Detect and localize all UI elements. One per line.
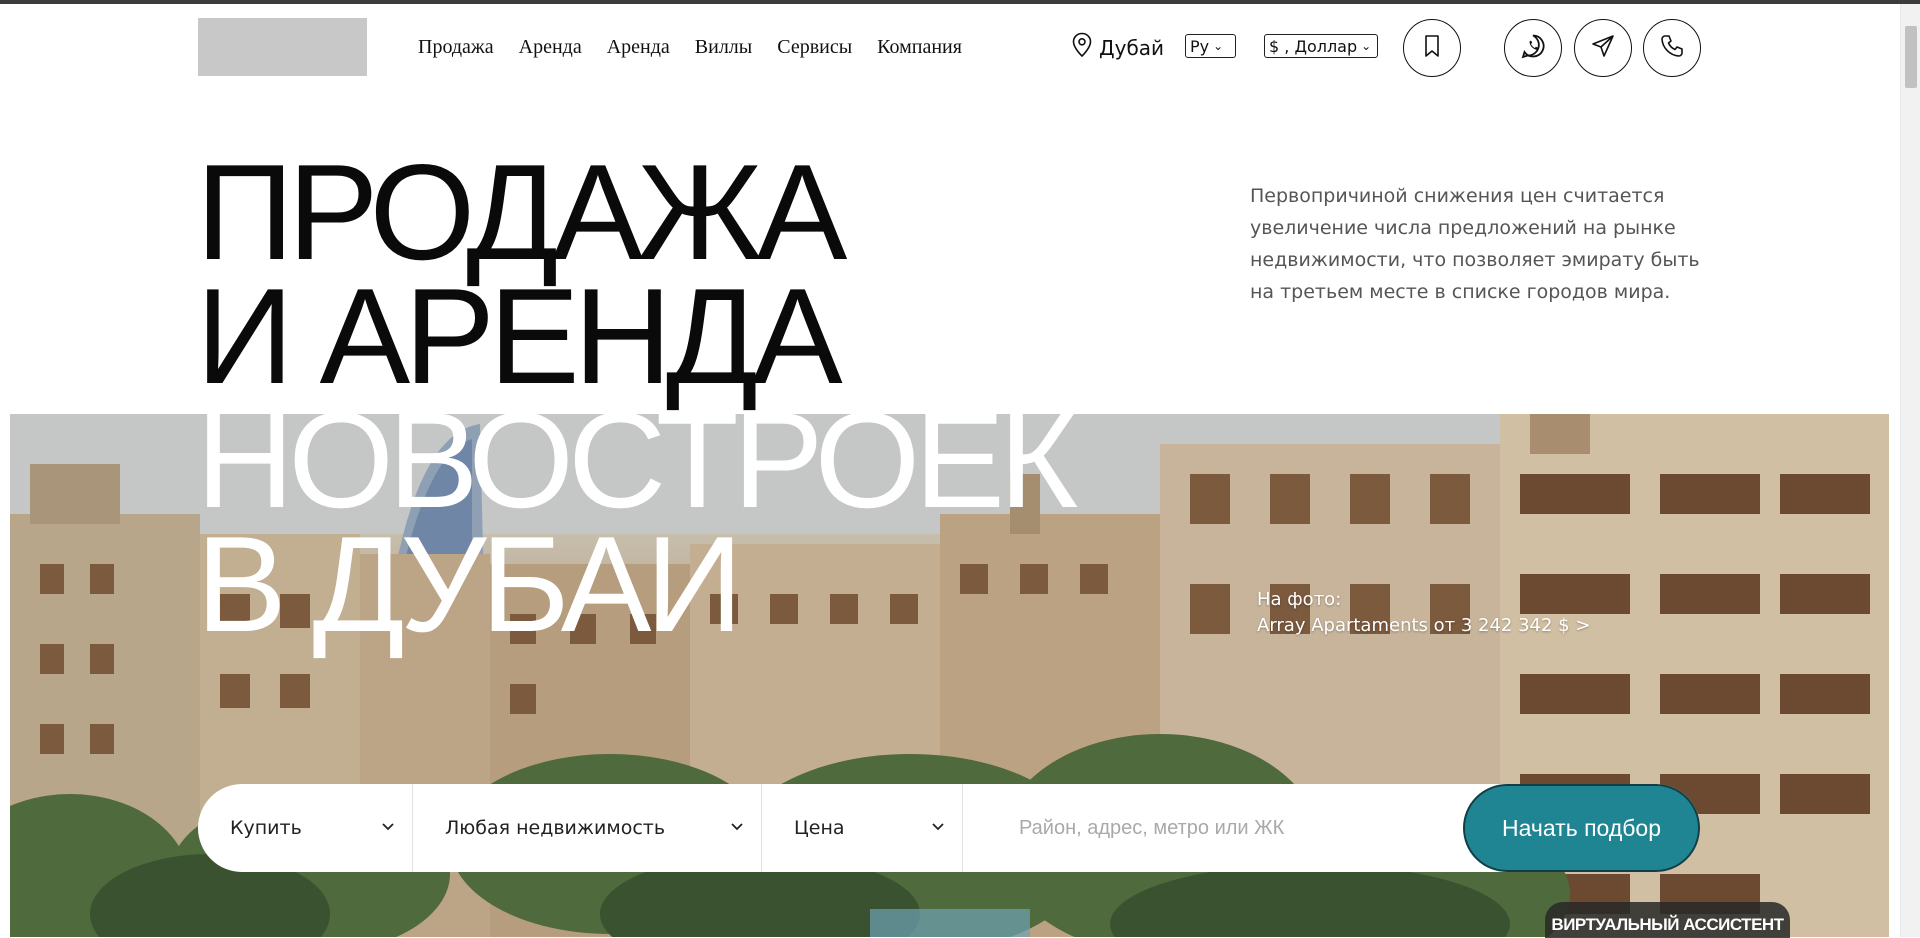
price-value: Цена: [794, 817, 845, 839]
property-type-dropdown[interactable]: Любая недвижимость: [413, 784, 762, 872]
hero-title: ПРОДАЖА И АРЕНДА НОВОСТРОЕК В ДУБАИ: [196, 136, 1078, 660]
hero-title-line-3: НОВОСТРОЕК: [196, 384, 1078, 536]
bookmark-icon: [1419, 33, 1445, 63]
hero-title-line-1: ПРОДАЖА: [196, 136, 847, 288]
phone-button[interactable]: [1643, 19, 1701, 77]
currency-value: $ , Доллар: [1269, 36, 1358, 56]
hero-title-line-2: И АРЕНДА: [196, 260, 843, 412]
site-logo[interactable]: [198, 18, 367, 76]
nav-item-services[interactable]: Сервисы: [777, 36, 852, 59]
phone-icon: [1659, 33, 1685, 63]
nav-item-sale[interactable]: Продажа: [418, 36, 494, 59]
location-label: Дубай: [1099, 35, 1165, 60]
whatsapp-button[interactable]: [1504, 19, 1562, 77]
nav-item-rent-2[interactable]: Аренда: [607, 36, 670, 59]
nav-item-rent[interactable]: Аренда: [519, 36, 582, 59]
start-search-button[interactable]: Начать подбор: [1463, 784, 1700, 872]
chevron-down-icon: [380, 817, 396, 839]
nav-item-villas[interactable]: Виллы: [695, 36, 752, 59]
property-type-value: Любая недвижимость: [445, 817, 666, 839]
price-dropdown[interactable]: Цена: [762, 784, 963, 872]
chevron-down-icon: ⌄: [1213, 39, 1224, 53]
favorites-button[interactable]: [1403, 19, 1461, 77]
hero-title-line-4: В ДУБАИ: [196, 508, 743, 660]
chevron-down-icon: [729, 817, 745, 839]
site-header: Продажа Аренда Аренда Виллы Сервисы Комп…: [0, 4, 1900, 94]
whatsapp-icon: [1520, 33, 1546, 63]
scrollbar-thumb[interactable]: [1905, 26, 1917, 88]
deal-type-dropdown[interactable]: Купить: [198, 784, 413, 872]
location-search-input[interactable]: [963, 784, 1463, 872]
language-select[interactable]: Ру ⌄: [1185, 34, 1236, 58]
chevron-down-icon: ⌄: [1361, 39, 1372, 53]
page-scrollbar[interactable]: [1900, 4, 1920, 937]
property-search-bar: Купить Любая недвижимость Цена Начать по…: [198, 784, 1700, 872]
nav-item-company[interactable]: Компания: [877, 36, 962, 59]
location-selector[interactable]: Дубай: [1071, 32, 1164, 63]
photo-caption-link[interactable]: Array Apartaments от 3 242 342 $ >: [1257, 613, 1590, 639]
telegram-button[interactable]: [1574, 19, 1632, 77]
virtual-assistant-tab[interactable]: ВИРТУАЛЬНЫЙ АССИСТЕНТ: [1545, 902, 1790, 938]
chevron-down-icon: [930, 817, 946, 839]
deal-type-value: Купить: [230, 817, 302, 839]
language-value: Ру: [1190, 36, 1210, 56]
main-nav: Продажа Аренда Аренда Виллы Сервисы Комп…: [418, 36, 987, 59]
photo-caption: На фото: Array Apartaments от 3 242 342 …: [1257, 587, 1590, 639]
hero-description: Первопричиной снижения цен считается уве…: [1250, 185, 1700, 303]
send-icon: [1590, 33, 1616, 63]
currency-select[interactable]: $ , Доллар ⌄: [1264, 34, 1378, 58]
photo-caption-label: На фото:: [1257, 589, 1342, 610]
location-pin-icon: [1071, 32, 1093, 63]
